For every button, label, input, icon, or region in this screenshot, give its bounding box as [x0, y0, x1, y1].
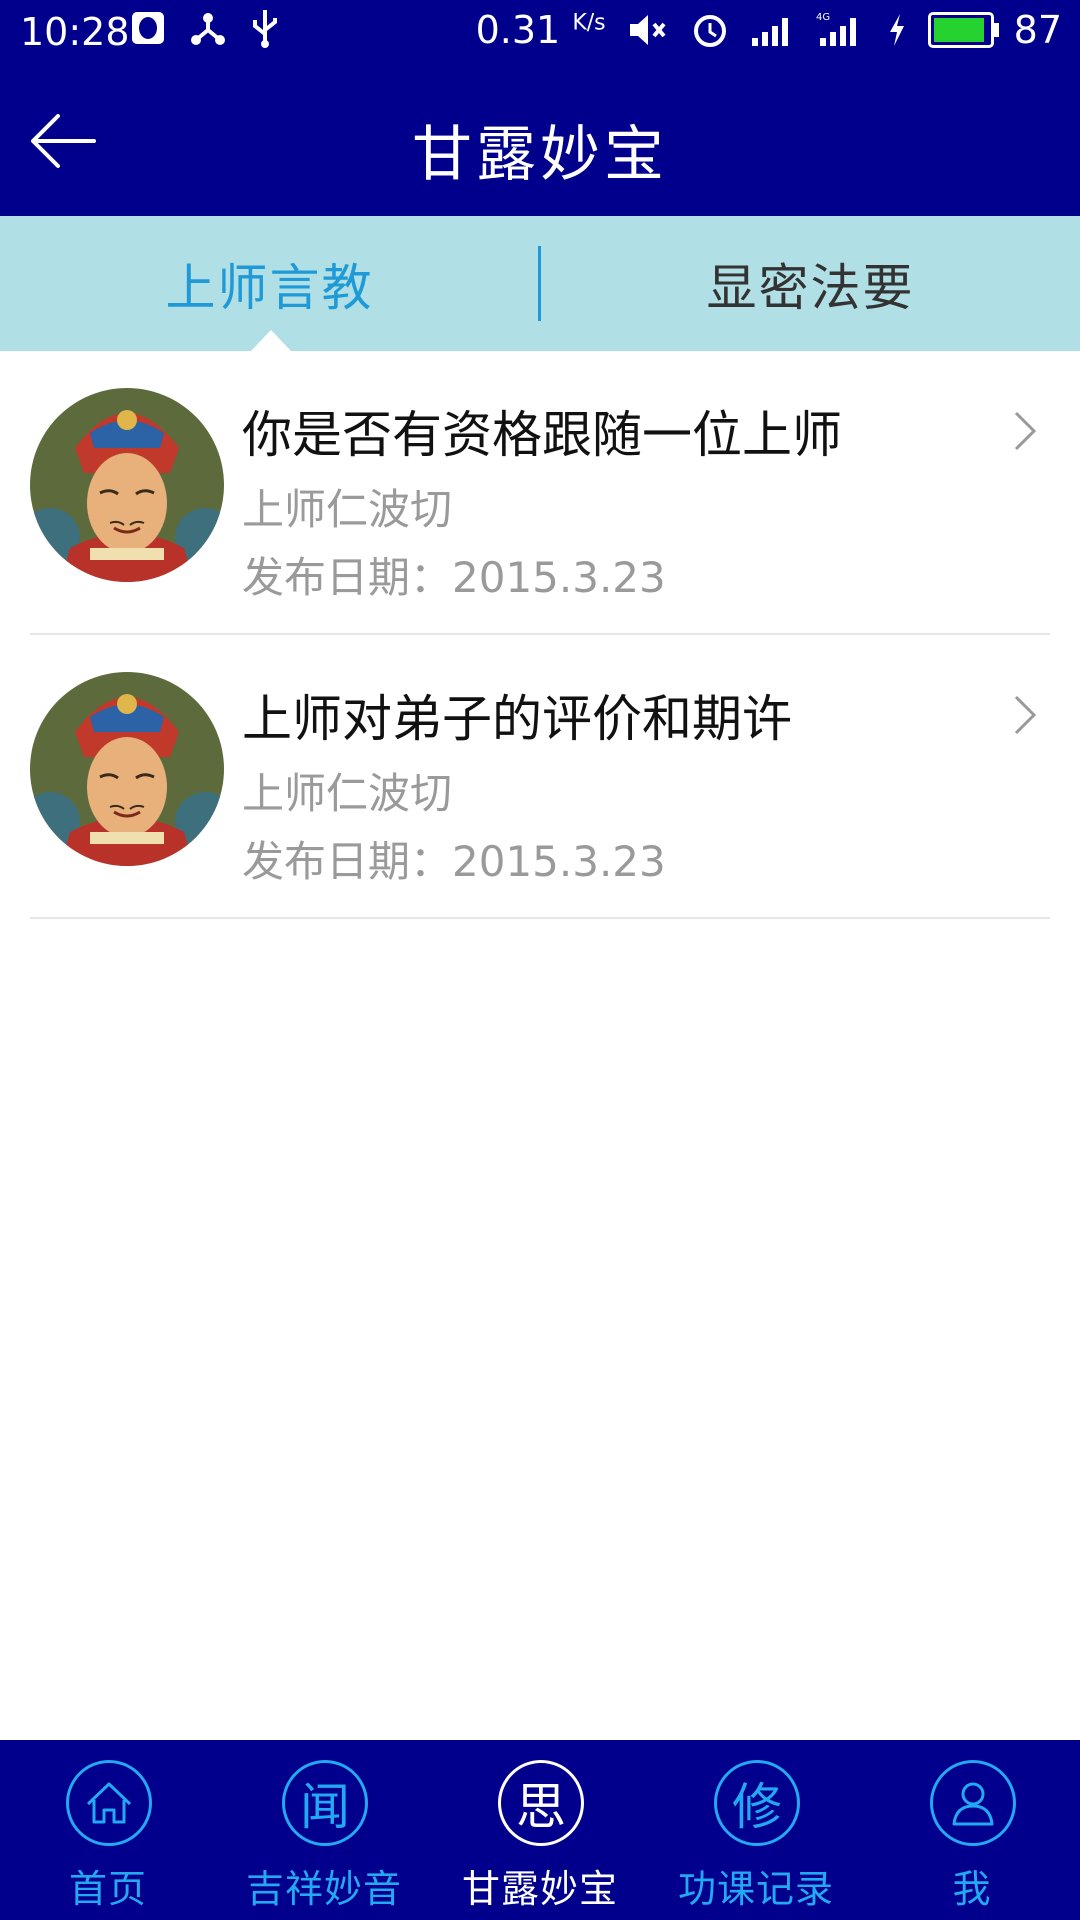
list-item[interactable]: 上师对弟子的评价和期许 上师仁波切 发布日期：2015.3.23: [0, 635, 1080, 919]
xiu-icon: 修: [714, 1760, 800, 1846]
nav-auspicious-audio[interactable]: 闻 吉祥妙音: [216, 1740, 432, 1920]
bottom-navigation: 首页 闻 吉祥妙音 思 甘露妙宝 修 功课记录 我: [0, 1740, 1080, 1920]
nav-label: 功课记录: [677, 1867, 834, 1911]
guru-portrait-image: [30, 672, 224, 866]
nav-me[interactable]: 我: [864, 1740, 1080, 1920]
battery-icon: [927, 12, 999, 48]
battery-level: 87: [1013, 8, 1062, 52]
chevron-right-icon: [1014, 411, 1037, 451]
article-date: 发布日期：2015.3.23: [242, 553, 666, 602]
wen-icon: 闻: [282, 1760, 368, 1846]
nav-label: 甘露妙宝: [461, 1867, 618, 1911]
avatar: [30, 672, 224, 866]
avatar: [30, 388, 224, 582]
list-item[interactable]: 你是否有资格跟随一位上师 上师仁波切 发布日期：2015.3.23: [0, 351, 1080, 635]
charging-icon: [889, 14, 904, 46]
page-title: 甘露妙宝: [412, 120, 668, 190]
nav-home[interactable]: 首页: [0, 1740, 216, 1920]
article-author: 上师仁波切: [242, 485, 453, 534]
svg-text:4G: 4G: [816, 12, 830, 23]
tab-dharma-essentials[interactable]: 显密法要: [541, 216, 1080, 351]
app-bar: 甘露妙宝: [0, 66, 1080, 216]
nav-practice-records[interactable]: 修 功课记录: [648, 1740, 864, 1920]
signal-icon: [751, 18, 788, 46]
divider: [30, 917, 1050, 919]
4g-signal-icon: 4G: [816, 12, 856, 46]
article-list: 你是否有资格跟随一位上师 上师仁波切 发布日期：2015.3.23 上师对弟子的…: [0, 351, 1080, 919]
alarm-icon: [693, 15, 726, 47]
active-tab-indicator: [251, 330, 291, 351]
article-title: 上师对弟子的评价和期许: [242, 690, 792, 748]
profile-icon: [930, 1760, 1016, 1846]
article-date: 发布日期：2015.3.23: [242, 837, 666, 886]
notification-icons: [130, 8, 280, 48]
nav-label: 吉祥妙音: [245, 1867, 402, 1911]
share-icon: [191, 13, 225, 45]
article-author: 上师仁波切: [242, 769, 453, 818]
nav-label: 我: [952, 1867, 992, 1911]
article-title: 你是否有资格跟随一位上师: [242, 406, 842, 464]
status-time: 10:28: [20, 10, 130, 54]
home-icon: [66, 1760, 152, 1846]
si-icon: 思: [498, 1760, 584, 1846]
mute-icon: [629, 15, 666, 45]
tab-bar: 上师言教 显密法要: [0, 216, 1080, 351]
network-speed: 0.31 K/s: [475, 8, 606, 52]
status-bar: 10:28 0.31 K/s 4G 87: [0, 0, 1080, 66]
guru-portrait-image: [30, 388, 224, 582]
qq-icon: [132, 12, 164, 44]
usb-icon: [253, 10, 277, 48]
nav-nectar-treasure[interactable]: 思 甘露妙宝: [432, 1740, 648, 1920]
nav-label: 首页: [68, 1867, 147, 1911]
chevron-right-icon: [1014, 695, 1037, 735]
